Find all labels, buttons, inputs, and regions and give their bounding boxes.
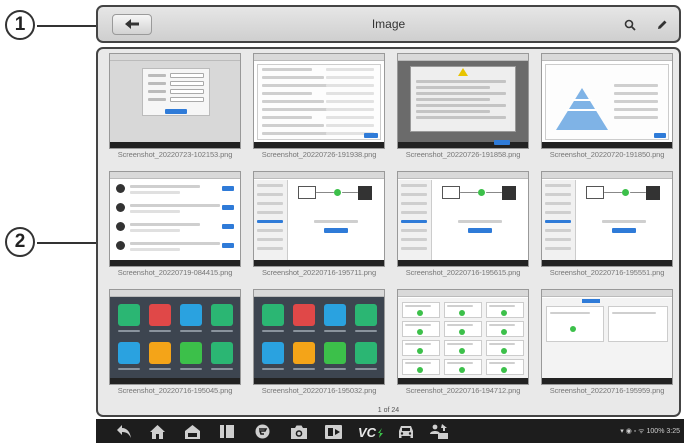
wifi-signal-icon: ▾ ◉ ▫ ᯤ (620, 428, 647, 435)
callout-2: 2 (5, 227, 35, 257)
thumbnail-caption: Screenshot_20220716-195045.png (117, 386, 233, 395)
back-arrow-icon (125, 16, 139, 34)
thumbnail-item[interactable]: Screenshot_20220716-195711.png (253, 171, 385, 277)
edit-pencil-icon[interactable] (653, 16, 671, 34)
thumbnail-item[interactable]: Screenshot_20220716-195045.png (109, 289, 241, 395)
thumbnail-item[interactable]: Screenshot_20220723-102153.png (109, 53, 241, 159)
thumbnail-caption: Screenshot_20220716-195711.png (261, 268, 377, 277)
thumbnail-image[interactable] (397, 171, 529, 267)
remote-service-icon[interactable] (429, 423, 449, 440)
thumbnail-caption: Screenshot_20220726-191938.png (261, 150, 377, 159)
back-icon[interactable] (116, 423, 133, 440)
thumbnail-item[interactable]: Screenshot_20220716-194712.png (397, 289, 529, 395)
image-gallery: Screenshot_20220723-102153.png Screenshot… (96, 47, 681, 417)
thumbnail-caption: Screenshot_20220716-194712.png (405, 386, 521, 395)
thumbnail-image[interactable] (109, 53, 241, 149)
thumbnail-item[interactable]: Screenshot_20220719-084415.png (109, 171, 241, 277)
thumbnail-item[interactable]: Screenshot_20220716-195551.png (541, 171, 673, 277)
thumbnail-image[interactable] (253, 289, 385, 385)
thumbnail-caption: Screenshot_20220726-191858.png (405, 150, 521, 159)
thumbnail-item[interactable]: Screenshot_20220726-191858.png (397, 53, 529, 159)
thumbnail-caption: Screenshot_20220723-102153.png (117, 150, 233, 159)
thumbnail-item[interactable]: Screenshot_20220716-195032.png (253, 289, 385, 395)
search-icon[interactable] (621, 16, 639, 34)
callout-1: 1 (5, 10, 35, 40)
thumbnail-item[interactable]: Screenshot_20220716-195615.png (397, 171, 529, 277)
thumbnail-caption: Screenshot_20220719-084415.png (117, 268, 233, 277)
thumbnail-caption: Screenshot_20220716-195032.png (261, 386, 377, 395)
thumbnail-image[interactable] (397, 289, 529, 385)
screen-record-icon[interactable] (325, 423, 342, 440)
car-icon[interactable] (397, 423, 414, 440)
callout-1-leader (37, 25, 96, 27)
house-outline-icon[interactable] (184, 423, 201, 440)
tablet-screen: Image Screenshot_20220723-102153.png Scre… (96, 5, 684, 443)
page-title: Image (371, 17, 406, 31)
battery-time: 100% 3:25 (646, 428, 680, 435)
thumbnail-image[interactable] (541, 53, 673, 149)
thumbnail-item[interactable]: Screenshot_20220716-195959.png (541, 289, 673, 395)
page-indicator: 1 of 24 (377, 407, 400, 414)
thumbnail-image[interactable] (253, 53, 385, 149)
thumbnail-caption: Screenshot_20220716-195551.png (549, 268, 665, 277)
status-bar-info: ▾ ◉ ▫ ᯤ 100% 3:25 (620, 427, 680, 436)
thumbnail-image[interactable] (541, 289, 673, 385)
top-toolbar: Image (96, 5, 681, 43)
thumbnail-image[interactable] (397, 53, 529, 149)
vci-icon[interactable]: VC (358, 423, 384, 440)
camera-icon[interactable] (290, 423, 307, 440)
thumbnail-image[interactable] (541, 171, 673, 267)
thumbnail-caption: Screenshot_20220716-195615.png (405, 268, 521, 277)
recent-apps-icon[interactable] (218, 423, 235, 440)
thumbnail-image[interactable] (109, 289, 241, 385)
thumbnail-item[interactable]: Screenshot_20220726-191938.png (253, 53, 385, 159)
thumbnail-item[interactable]: Screenshot_20220720-191850.png (541, 53, 673, 159)
thumbnail-image[interactable] (253, 171, 385, 267)
home-icon[interactable] (149, 423, 166, 440)
svg-text:VC: VC (358, 425, 377, 439)
thumbnail-image[interactable] (109, 171, 241, 267)
browser-icon[interactable] (254, 423, 271, 440)
thumbnail-grid: Screenshot_20220723-102153.png Screenshot… (109, 53, 674, 395)
system-nav-bar: VC ▾ ◉ ▫ ᯤ 100% 3:25 (96, 419, 684, 443)
callout-2-leader (37, 242, 96, 244)
thumbnail-caption: Screenshot_20220716-195959.png (549, 386, 665, 395)
back-button[interactable] (112, 14, 152, 35)
thumbnail-caption: Screenshot_20220720-191850.png (549, 150, 665, 159)
